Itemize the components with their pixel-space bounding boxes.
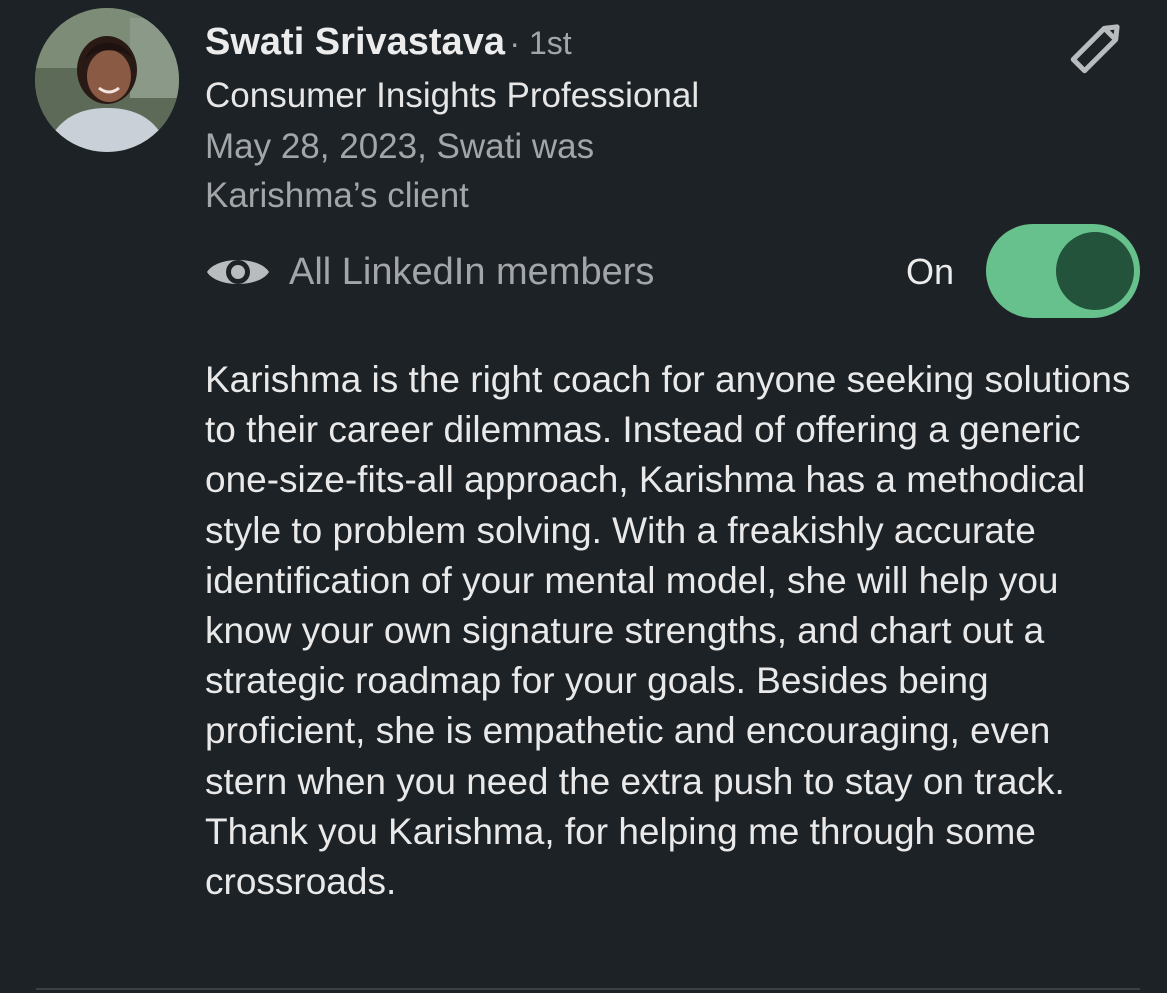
toggle-knob	[1056, 232, 1134, 310]
recommender-name[interactable]: Swati Srivastava	[205, 21, 505, 63]
profile-photo	[35, 8, 179, 152]
visibility-label: All LinkedIn members	[289, 250, 655, 293]
relationship-info: May 28, 2023, Swati was Karishma’s clien…	[205, 127, 595, 215]
recommendation-text: Karishma is the right coach for anyone s…	[205, 359, 1131, 903]
connection-degree: · 1st	[509, 25, 572, 61]
divider	[36, 988, 1140, 990]
visibility-toggle[interactable]	[986, 224, 1140, 318]
visibility-row: All LinkedIn members	[205, 245, 654, 299]
avatar[interactable]	[35, 8, 179, 152]
recommender-name-line: Swati Srivastava · 1st	[205, 18, 572, 74]
eye-icon	[207, 260, 269, 284]
recommender-headline: Consumer Insights Professional	[205, 76, 700, 115]
pencil-icon	[1070, 24, 1120, 74]
toggle-state-label: On	[906, 251, 955, 292]
edit-button[interactable]	[1060, 14, 1136, 78]
